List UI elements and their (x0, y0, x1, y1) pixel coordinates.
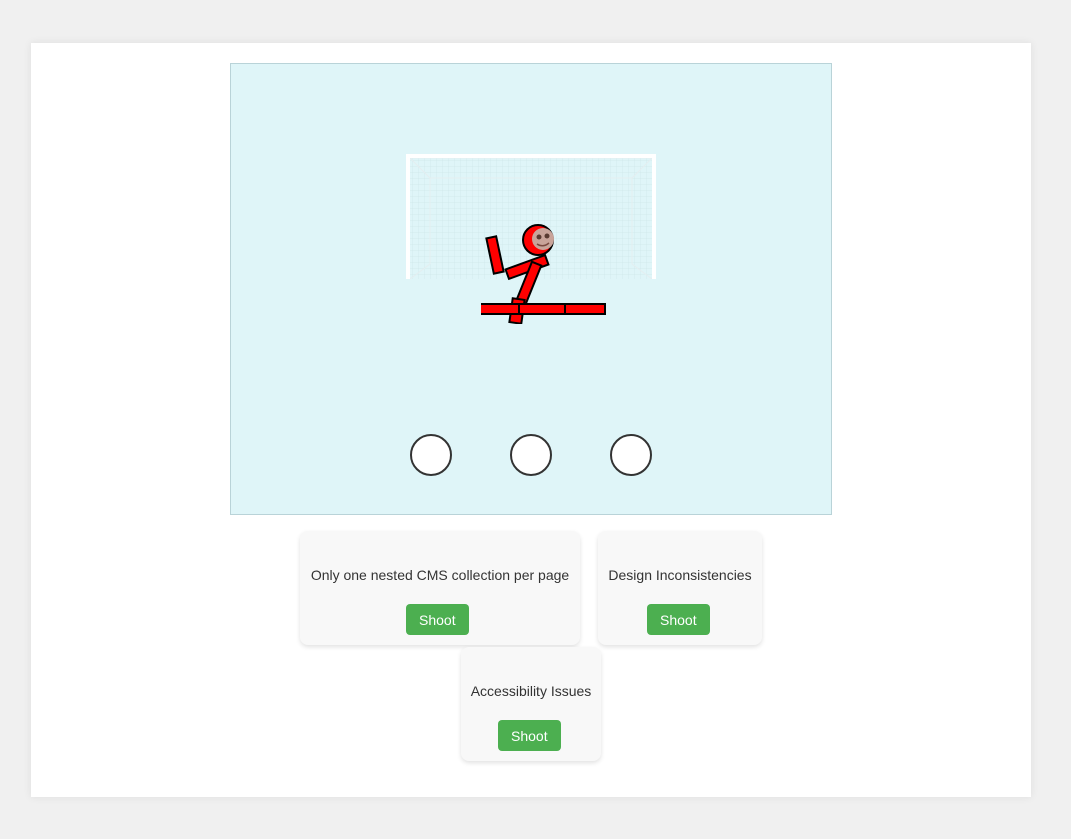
option-card-text: Accessibility Issues (470, 683, 592, 699)
option-card: Accessibility Issues Shoot (461, 647, 601, 761)
option-card-text: Design Inconsistencies (608, 567, 752, 583)
ball-left[interactable] (410, 434, 452, 476)
option-card: Only one nested CMS collection per page … (300, 531, 580, 645)
option-card: Design Inconsistencies Shoot (598, 531, 762, 645)
keeper-leg-left (481, 303, 520, 315)
ball-center[interactable] (510, 434, 552, 476)
goal-right-post (652, 154, 656, 279)
keeper-leg-middle (518, 303, 566, 315)
keeper-face (532, 228, 554, 250)
shoot-button[interactable]: Shoot (498, 720, 561, 751)
game-field (230, 63, 832, 515)
keeper-upper-arm-left (485, 235, 505, 275)
ball-right[interactable] (610, 434, 652, 476)
keeper-leg-right (564, 303, 606, 315)
option-card-text: Only one nested CMS collection per page (310, 567, 570, 583)
goal-crossbar (406, 154, 656, 158)
goalkeeper (481, 224, 606, 324)
goal-left-post (406, 154, 410, 279)
shoot-button[interactable]: Shoot (647, 604, 710, 635)
shoot-button[interactable]: Shoot (406, 604, 469, 635)
page-container: Only one nested CMS collection per page … (31, 43, 1031, 797)
